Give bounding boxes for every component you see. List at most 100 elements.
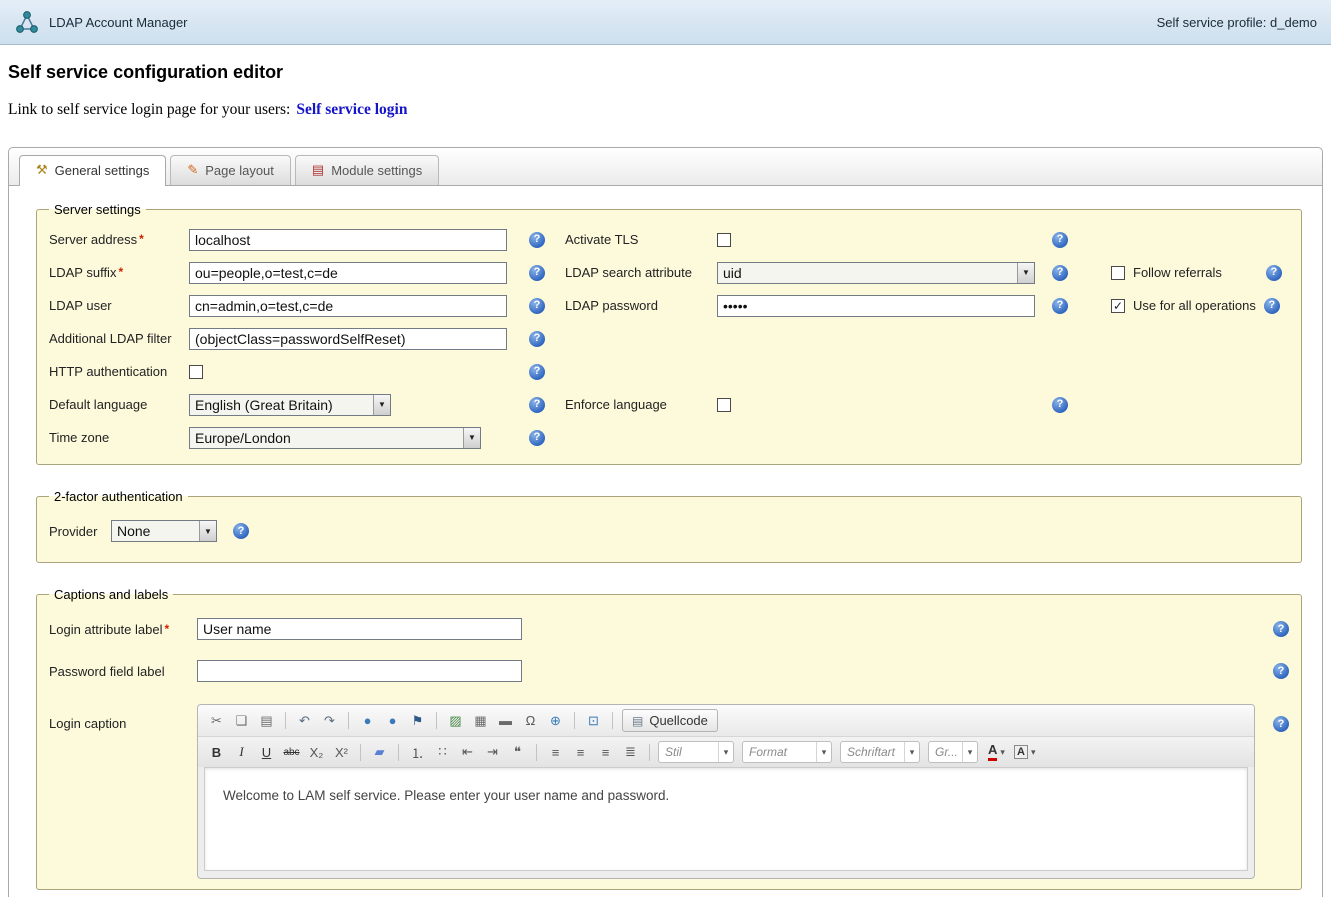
- strikethrough-icon[interactable]: abc: [280, 741, 303, 763]
- link-icon[interactable]: ●: [356, 710, 379, 732]
- provider-value: None: [112, 521, 199, 541]
- lam-logo-icon: [14, 9, 40, 35]
- globe-icon[interactable]: ⊕: [544, 710, 567, 732]
- anchor-icon[interactable]: ⚑: [406, 710, 429, 732]
- app-header: LDAP Account Manager Self service profil…: [0, 0, 1331, 45]
- bulleted-list-icon[interactable]: ∷: [431, 741, 454, 763]
- enforce-language-checkbox[interactable]: [717, 398, 731, 412]
- format-select[interactable]: Format▾: [742, 741, 832, 763]
- size-select-label: Gr...: [929, 742, 962, 762]
- maximize-icon[interactable]: ⊡: [582, 710, 605, 732]
- time-zone-value: Europe/London: [190, 428, 463, 448]
- italic-icon[interactable]: I: [230, 741, 253, 763]
- subscript-icon[interactable]: X₂: [305, 741, 328, 763]
- blockquote-icon[interactable]: ❝: [506, 741, 529, 763]
- http-authentication-checkbox[interactable]: [189, 365, 203, 379]
- size-select[interactable]: Gr...▾: [928, 741, 978, 763]
- align-left-icon[interactable]: ≡: [544, 741, 567, 763]
- server-settings-legend: Server settings: [49, 202, 146, 217]
- outdent-icon[interactable]: ⇤: [456, 741, 479, 763]
- special-character-icon[interactable]: Ω: [519, 710, 542, 732]
- redo-icon[interactable]: ↷: [318, 710, 341, 732]
- font-select[interactable]: Schriftart▾: [840, 741, 920, 763]
- follow-referrals-checkbox[interactable]: [1111, 266, 1125, 280]
- profile-indicator: Self service profile: d_demo: [1157, 15, 1317, 30]
- numbered-list-icon[interactable]: ⒈: [406, 741, 429, 763]
- time-zone-select[interactable]: Europe/London▼: [189, 427, 481, 449]
- use-for-all-operations-checkbox[interactable]: ✓: [1111, 299, 1125, 313]
- ldap-password-label: LDAP password: [565, 298, 717, 313]
- superscript-icon[interactable]: X²: [330, 741, 353, 763]
- additional-ldap-filter-input[interactable]: [189, 328, 507, 350]
- cut-icon[interactable]: ✂: [205, 710, 228, 732]
- help-icon[interactable]: ?: [529, 331, 545, 347]
- text-color-icon: A: [988, 743, 997, 760]
- horizontal-rule-icon[interactable]: ▬: [494, 710, 517, 732]
- align-justify-icon[interactable]: ≣: [619, 741, 642, 763]
- provider-select[interactable]: None▼: [111, 520, 217, 542]
- help-icon[interactable]: ?: [1273, 716, 1289, 732]
- help-icon[interactable]: ?: [1273, 663, 1289, 679]
- table-icon[interactable]: ▦: [469, 710, 492, 732]
- source-button[interactable]: ▤Quellcode: [622, 709, 718, 732]
- enforce-language-label: Enforce language: [565, 397, 717, 412]
- undo-icon[interactable]: ↶: [293, 710, 316, 732]
- ldap-password-input[interactable]: [717, 295, 1035, 317]
- default-language-select[interactable]: English (Great Britain)▼: [189, 394, 391, 416]
- help-icon[interactable]: ?: [1052, 232, 1068, 248]
- align-right-icon[interactable]: ≡: [594, 741, 617, 763]
- dropdown-caret-icon: ▾: [1000, 747, 1005, 758]
- tab-page-layout[interactable]: ✎ Page layout: [170, 155, 291, 185]
- ldap-search-attribute-select[interactable]: uid▼: [717, 262, 1035, 284]
- background-color-button[interactable]: A▾: [1012, 741, 1037, 763]
- style-select[interactable]: Stil▾: [658, 741, 734, 763]
- bold-icon[interactable]: B: [205, 741, 228, 763]
- text-color-button[interactable]: A▾: [985, 741, 1008, 763]
- help-icon[interactable]: ?: [529, 430, 545, 446]
- ldap-suffix-label: LDAP suffix*: [49, 265, 189, 280]
- help-icon[interactable]: ?: [1264, 298, 1280, 314]
- ldap-suffix-input[interactable]: [189, 262, 507, 284]
- ldap-user-input[interactable]: [189, 295, 507, 317]
- tab-module-settings[interactable]: ▤ Module settings: [295, 155, 439, 185]
- ldap-user-label: LDAP user: [49, 298, 189, 313]
- align-center-icon[interactable]: ≡: [569, 741, 592, 763]
- additional-ldap-filter-label: Additional LDAP filter: [49, 331, 189, 346]
- unlink-icon[interactable]: ●: [381, 710, 404, 732]
- help-icon[interactable]: ?: [529, 265, 545, 281]
- toolbar-separator: [649, 744, 650, 761]
- font-select-label: Schriftart: [841, 742, 904, 762]
- help-icon[interactable]: ?: [529, 397, 545, 413]
- password-field-label-input[interactable]: [197, 660, 522, 682]
- help-icon[interactable]: ?: [1273, 621, 1289, 637]
- help-icon[interactable]: ?: [1266, 265, 1282, 281]
- editor-content[interactable]: Welcome to LAM self service. Please ente…: [204, 767, 1248, 871]
- source-icon: ▤: [632, 714, 643, 728]
- help-icon[interactable]: ?: [1052, 298, 1068, 314]
- toolbar-separator: [574, 712, 575, 729]
- help-icon[interactable]: ?: [1052, 265, 1068, 281]
- indent-icon[interactable]: ⇥: [481, 741, 504, 763]
- self-service-login-link[interactable]: Self service login: [296, 101, 407, 118]
- copy-icon[interactable]: ❏: [230, 710, 253, 732]
- activate-tls-checkbox[interactable]: [717, 233, 731, 247]
- login-attribute-label-input[interactable]: [197, 618, 522, 640]
- tab-general-settings[interactable]: ⚒ General settings: [19, 155, 166, 186]
- server-address-input[interactable]: [189, 229, 507, 251]
- help-icon[interactable]: ?: [529, 232, 545, 248]
- dropdown-caret-icon: ▾: [816, 742, 831, 762]
- help-icon[interactable]: ?: [1052, 397, 1068, 413]
- paste-icon[interactable]: ▤: [255, 710, 278, 732]
- image-icon[interactable]: ▨: [444, 710, 467, 732]
- dropdown-caret-icon: ▾: [1031, 747, 1036, 758]
- help-icon[interactable]: ?: [529, 364, 545, 380]
- login-caption-editor[interactable]: ✂❏▤↶↷●●⚑▨▦▬Ω⊕⊡ ▤Quellcode BIUabcX₂X²▰⒈∷⇤…: [197, 704, 1255, 879]
- help-icon[interactable]: ?: [233, 523, 249, 539]
- ldap-search-attribute-label: LDAP search attribute: [565, 265, 717, 280]
- remove-format-icon[interactable]: ▰: [368, 741, 391, 763]
- underline-icon[interactable]: U: [255, 741, 278, 763]
- time-zone-row: Time zone Europe/London▼ ?: [49, 421, 1289, 454]
- password-field-label-label: Password field label: [49, 664, 197, 679]
- tab-label: General settings: [55, 163, 150, 178]
- help-icon[interactable]: ?: [529, 298, 545, 314]
